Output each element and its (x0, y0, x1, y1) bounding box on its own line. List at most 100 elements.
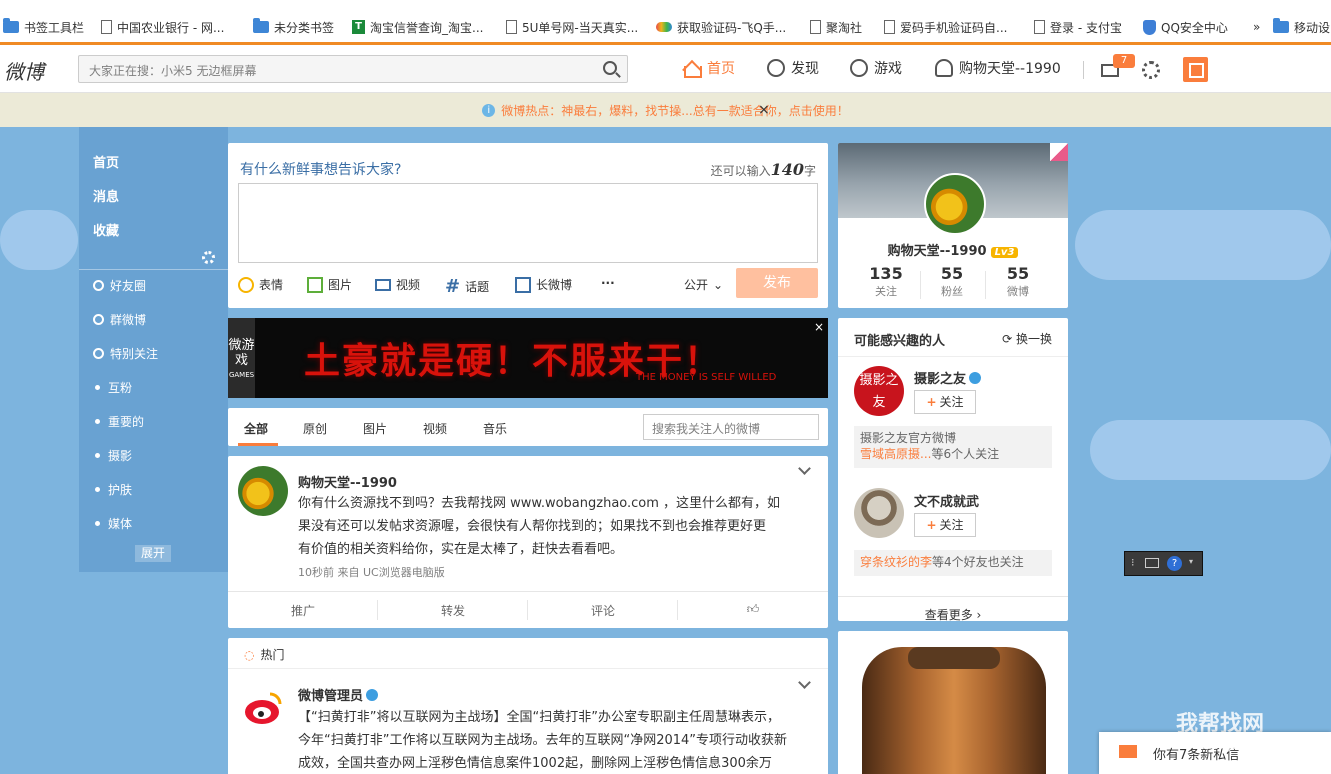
gear-icon[interactable] (202, 251, 215, 264)
hot-tip-text[interactable]: 微博热点：神最右，爆料，找节操...总有一款适合你，点击使用！ (501, 102, 848, 119)
bookmark-item[interactable]: 登录 - 支付宝 (1034, 17, 1122, 37)
product-ad[interactable] (838, 631, 1068, 774)
search-box[interactable]: 大家正在搜：小米5 无边框屏幕 (78, 55, 628, 83)
mail-count-badge: 7 (1113, 54, 1135, 68)
publish-button[interactable]: 发布 (736, 268, 818, 298)
like-button[interactable]: 👍︎ (678, 602, 828, 617)
nav-home[interactable]: 首页 (683, 58, 735, 78)
ad-banner[interactable]: 微游戏 GAMES 土豪就是硬！不服来干！ THE MONEY IS SELF W… (228, 318, 828, 398)
tool-video[interactable]: 视频 (375, 276, 420, 293)
feed-search-input[interactable]: 搜索我关注人的微博 (643, 414, 819, 440)
more-tools[interactable]: ··· (601, 276, 615, 290)
visibility-select[interactable]: 公开 ⌄ (684, 276, 723, 293)
jacket-collar (908, 647, 1000, 669)
tab-music[interactable]: 音乐 (483, 420, 507, 437)
char-counter: 还可以输入140字 (710, 160, 816, 179)
tool-image[interactable]: 图片 (307, 276, 352, 293)
nav-profile[interactable]: 购物天堂--1990 (935, 58, 1061, 78)
tab-original[interactable]: 原创 (303, 420, 327, 437)
follow-button[interactable]: + 关注 (914, 390, 976, 414)
nav-games[interactable]: 游戏 (850, 58, 902, 78)
recommend-user-name[interactable]: 文不成就武 (914, 491, 979, 510)
grip-icon: ⁝ (1131, 556, 1135, 569)
promote-button[interactable]: 推广 (228, 602, 378, 619)
tab-images[interactable]: 图片 (363, 420, 387, 437)
post-author[interactable]: 购物天堂--1990 (298, 472, 397, 491)
sidebar-item-tag[interactable]: 重要的 (93, 413, 144, 430)
hot-section-label: ◌ 热门 (244, 647, 285, 663)
bookmark-item[interactable]: 5U单号网-当天真实... (506, 17, 638, 37)
image-icon (307, 276, 323, 293)
sidebar-item-tag[interactable]: 互粉 (93, 379, 132, 396)
bookmark-item[interactable]: 获取验证码-飞Q手... (656, 17, 786, 37)
chevron-down-icon[interactable] (798, 462, 811, 475)
gear-icon[interactable] (1142, 61, 1160, 79)
post-author[interactable]: 微博管理员 (298, 685, 379, 704)
folder-icon (3, 18, 19, 33)
nav-discover[interactable]: 发现 (767, 58, 819, 78)
level-badge: Lv3 (990, 247, 1019, 258)
nav-divider (1083, 61, 1084, 79)
stat-following[interactable]: 135 关注 (856, 264, 916, 299)
bookmark-item[interactable]: 书签工具栏 (3, 17, 84, 37)
stat-posts[interactable]: 55 微博 (988, 264, 1048, 299)
chevron-down-icon[interactable] (798, 676, 811, 689)
info-icon: i (482, 103, 496, 117)
refresh-button[interactable]: ⟳ 换一换 (1002, 330, 1052, 347)
bookmark-item[interactable]: 移动设 (1273, 17, 1330, 37)
see-more-link[interactable]: 查看更多 › (838, 596, 1068, 623)
divider (985, 271, 986, 299)
keyboard-icon[interactable] (1145, 558, 1159, 568)
repost-button[interactable]: 转发 (378, 602, 528, 619)
compass-icon (767, 59, 785, 77)
bookmark-item[interactable]: 未分类书签 (253, 17, 334, 37)
sidebar-item-tag[interactable]: 护肤 (93, 481, 132, 498)
weibo-logo[interactable]: 微博 (4, 56, 44, 85)
profile-name[interactable]: 购物天堂--1990 Lv3 (838, 240, 1068, 259)
ime-toolbar[interactable]: ⁝ ? ▾ (1124, 551, 1203, 576)
close-icon[interactable]: × (758, 102, 770, 118)
mail-icon (1119, 745, 1137, 758)
weibo-logo-icon[interactable] (240, 684, 288, 732)
sidebar-item-messages[interactable]: 消息 (93, 186, 119, 205)
cover-corner-icon[interactable] (1050, 143, 1068, 161)
bookmark-item[interactable]: 聚淘社 (810, 17, 862, 37)
recommend-user-name[interactable]: 摄影之友 (914, 368, 982, 387)
search-input[interactable]: 大家正在搜：小米5 无边框屏幕 (89, 62, 256, 79)
chevron-down-icon[interactable]: ▾ (1189, 557, 1193, 566)
bookmark-item[interactable]: T 淘宝信誉查询_淘宝... (352, 17, 483, 37)
avatar[interactable]: 摄影之友 (854, 366, 904, 416)
comment-button[interactable]: 评论 (528, 602, 678, 619)
stat-followers[interactable]: 55 粉丝 (922, 264, 982, 299)
bookmarks-overflow[interactable]: » (1253, 17, 1260, 37)
search-icon[interactable] (603, 61, 617, 75)
tool-topic[interactable]: # 话题 (445, 276, 489, 297)
expand-button[interactable]: 展开 (135, 545, 171, 562)
sidebar-item-special[interactable]: 特别关注 (93, 345, 158, 362)
bookmark-item[interactable]: QQ安全中心 (1143, 17, 1228, 37)
bookmark-item[interactable]: 爱码手机验证码自... (884, 17, 1007, 37)
tool-long-post[interactable]: 长微博 (515, 276, 572, 293)
sidebar-item-tag[interactable]: 媒体 (93, 515, 132, 532)
sidebar-item-home[interactable]: 首页 (93, 152, 119, 171)
avatar[interactable] (238, 466, 288, 516)
tab-all[interactable]: 全部 (244, 420, 268, 437)
recommend-title: 可能感兴趣的人 (854, 334, 946, 349)
publisher-card: 有什么新鲜事想告诉大家? 还可以输入140字 表情 图片 视频 # 话题 长微博 … (228, 143, 828, 308)
avatar[interactable] (854, 488, 904, 538)
bookmark-item[interactable]: 中国农业银行 - 网... (101, 17, 224, 37)
sidebar-item-groups[interactable]: 群微博 (93, 311, 146, 328)
follow-button[interactable]: + 关注 (914, 513, 976, 537)
feed-post: ◌ 热门 微博管理员 【“扫黄打非”将以互联网为主战场】全国“扫黄打非”办公室专职… (228, 638, 828, 774)
avatar[interactable] (924, 173, 986, 235)
post-textarea[interactable] (238, 183, 818, 263)
tab-videos[interactable]: 视频 (423, 420, 447, 437)
sidebar-item-tag[interactable]: 摄影 (93, 447, 132, 464)
sidebar-item-friends[interactable]: 好友圈 (93, 277, 146, 294)
compose-button[interactable] (1183, 57, 1208, 82)
sidebar-item-favorites[interactable]: 收藏 (93, 220, 119, 239)
left-sidebar: 首页 消息 收藏 好友圈 群微博 特别关注 互粉 重要的 摄影 护肤 媒体 展开 (79, 127, 228, 572)
tool-emoji[interactable]: 表情 (238, 276, 283, 293)
help-icon[interactable]: ? (1167, 556, 1182, 571)
close-icon[interactable]: × (814, 320, 824, 334)
